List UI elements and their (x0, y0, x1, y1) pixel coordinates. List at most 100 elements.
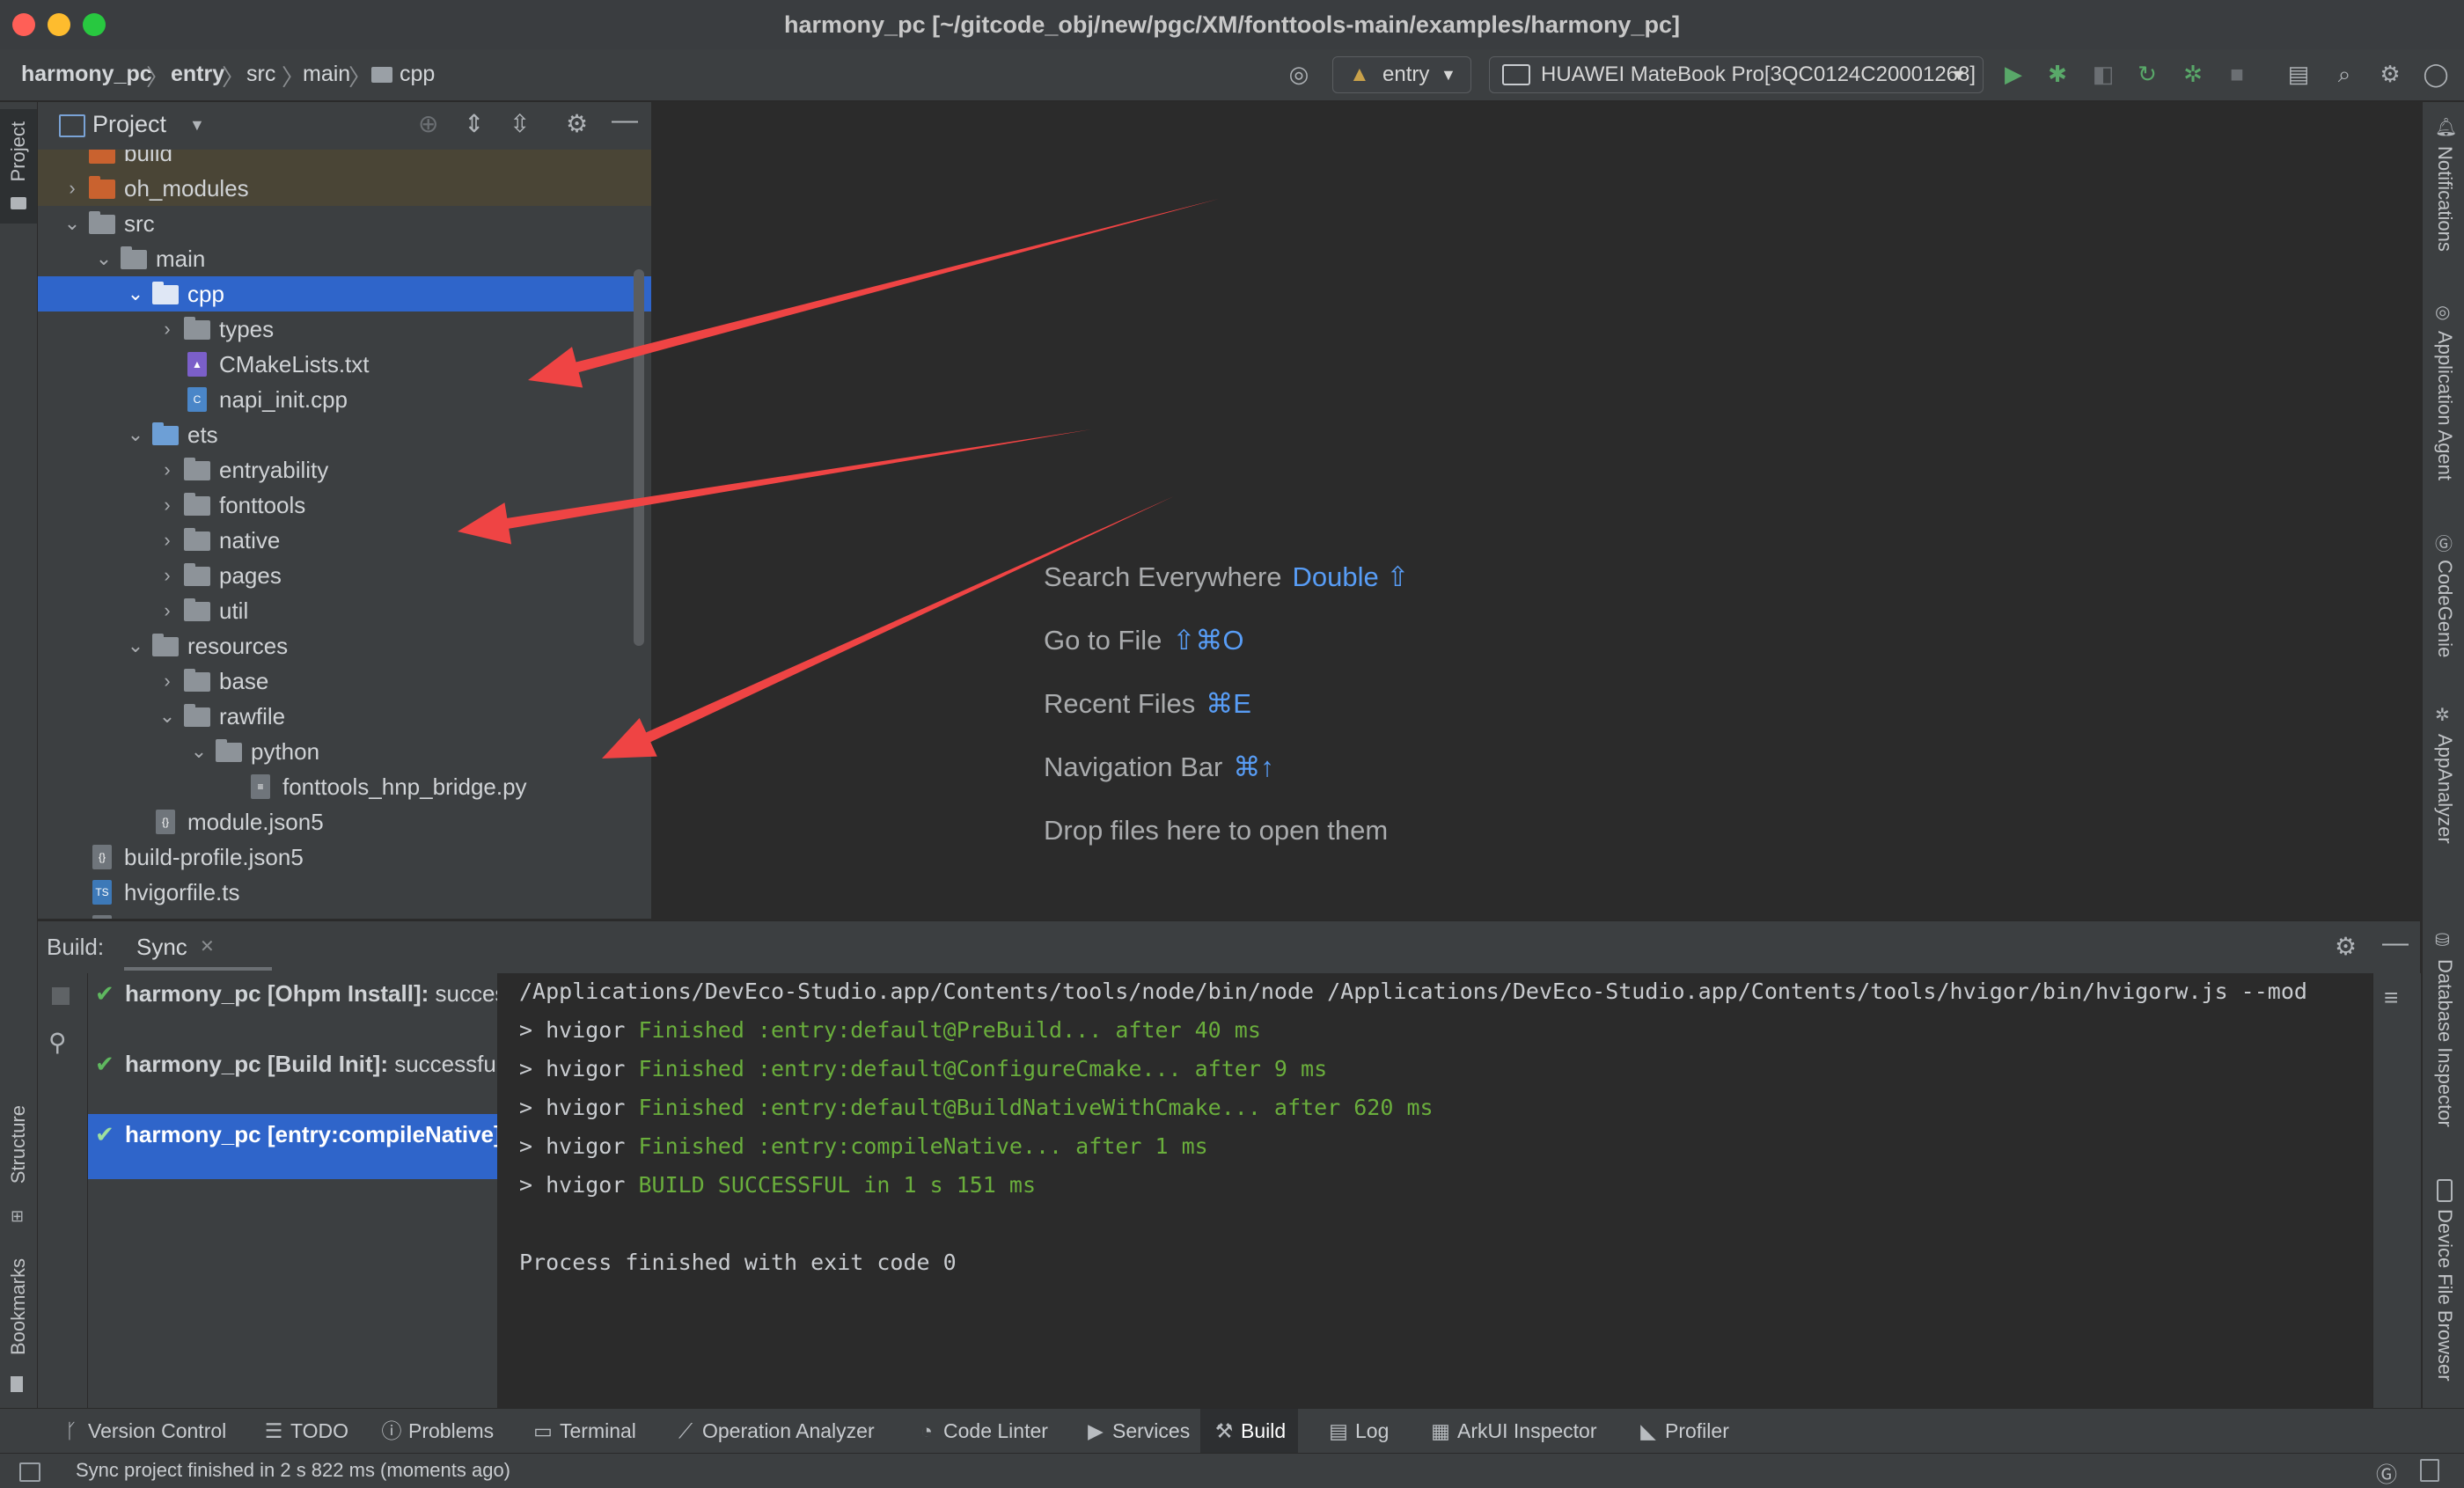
bottom-tab-profiler[interactable]: ◣ Profiler (1637, 1409, 1729, 1453)
bottom-tab-code-linter[interactable]: ◔ Code Linter (915, 1409, 1048, 1453)
tree-row[interactable]: ⌄ python (38, 734, 651, 769)
apply-changes-icon[interactable]: ↻ (2133, 60, 2161, 88)
soft-wrap-icon[interactable]: ≡ (2384, 984, 2398, 1012)
tree-row[interactable]: {} oh-package.json5 (38, 910, 651, 919)
editor-empty-area[interactable] (653, 102, 2420, 919)
chevron-right-icon[interactable]: › (158, 663, 177, 699)
database-inspector-tool-tab[interactable]: ⛁ Database Inspector (2426, 929, 2461, 1158)
notifications-tool-tab[interactable]: 🔔︎ Notifications (2426, 116, 2461, 283)
build-task-item[interactable]: ✔ harmony_pc [Ohpm Install]: successful (88, 973, 497, 1038)
collapse-all-icon[interactable]: ⇳ (510, 109, 530, 138)
breadcrumb-main[interactable]: main (303, 62, 350, 87)
tree-row[interactable]: TS hvigorfile.ts (38, 875, 651, 910)
toggle-tool-windows-icon[interactable] (19, 1462, 40, 1482)
bottom-tab-terminal[interactable]: ▭ Terminal (532, 1409, 636, 1453)
account-icon[interactable]: ◯ (2422, 60, 2450, 88)
bookmarks-tool-tab[interactable]: Bookmarks (0, 1258, 37, 1399)
bottom-tab-problems[interactable]: ⓘ Problems (380, 1409, 495, 1453)
tree-row[interactable]: build (38, 150, 651, 171)
tree-row[interactable]: ⌄ resources (38, 628, 651, 663)
tree-row[interactable]: ⌄ ets (38, 417, 651, 452)
tree-row[interactable]: ⌄ src (38, 206, 651, 241)
chevron-right-icon[interactable]: › (158, 487, 177, 523)
project-structure-icon[interactable]: ▤ (2284, 60, 2313, 88)
tab-sync[interactable]: Sync ✕ (124, 921, 274, 974)
bottom-tab-version-control[interactable]: ᚴ Version Control (60, 1409, 226, 1453)
appanalyzer-tool-tab[interactable]: ✲ AppAnalyzer (2426, 704, 2461, 862)
stop-icon[interactable]: ■ (2223, 60, 2251, 88)
project-tree-scrollbar[interactable] (634, 269, 644, 646)
chevron-down-icon[interactable]: ⌄ (126, 276, 145, 312)
settings-icon[interactable]: ⚙ (566, 109, 588, 138)
tree-row[interactable]: {} module.json5 (38, 804, 651, 839)
build-task-item[interactable]: ✔ harmony_pc [Build Init]: successful (88, 1044, 497, 1109)
chevron-down-icon[interactable]: ⌄ (126, 417, 145, 452)
chevron-right-icon[interactable]: › (158, 593, 177, 628)
locate-file-icon[interactable]: ⊕ (418, 109, 438, 138)
tree-row[interactable]: › base (38, 663, 651, 699)
breadcrumb-module[interactable]: entry (171, 62, 224, 87)
tree-row[interactable]: ⌄ main (38, 241, 651, 276)
module-select[interactable]: ▲ entry ▼ (1332, 56, 1471, 93)
application-agent-tool-tab[interactable]: ◎ Application Agent (2426, 301, 2461, 495)
codegenie-icon[interactable]: Ⓖ (2376, 1457, 2397, 1488)
close-icon[interactable]: ✕ (200, 935, 215, 957)
memory-indicator-icon[interactable] (2420, 1459, 2439, 1482)
bottom-tab-build[interactable]: ⚒ Build (1200, 1409, 1299, 1453)
tree-row[interactable]: › native (38, 523, 651, 558)
codegenie-tool-tab[interactable]: Ⓖ CodeGenie (2426, 530, 2461, 671)
tree-row[interactable]: ⌄ cpp (38, 276, 651, 312)
chevron-down-icon[interactable]: ⌄ (158, 699, 177, 734)
target-icon[interactable]: ◎ (1285, 60, 1313, 88)
tree-row[interactable]: ≡ fonttools_hnp_bridge.py (38, 769, 651, 804)
chevron-down-icon[interactable]: ▼ (189, 116, 205, 135)
chevron-right-icon[interactable]: › (158, 523, 177, 558)
stop-icon[interactable] (52, 987, 70, 1005)
hide-panel-icon[interactable]: — (612, 106, 638, 136)
tree-row[interactable]: ⌄ rawfile (38, 699, 651, 734)
build-console[interactable]: /Applications/DevEco-Studio.app/Contents… (498, 973, 2372, 1408)
bottom-tab-todo[interactable]: ☰ TODO (262, 1409, 348, 1453)
tree-row[interactable]: › util (38, 593, 651, 628)
pin-icon[interactable]: ⚲ (48, 1028, 67, 1057)
tree-row[interactable]: › types (38, 312, 651, 347)
bottom-tab-operation-analyzer[interactable]: ⟋ Operation Analyzer (674, 1409, 875, 1453)
chevron-right-icon[interactable]: › (158, 558, 177, 593)
breadcrumb-project[interactable]: harmony_pc (21, 62, 152, 87)
console-text: BUILD SUCCESSFUL in 1 s 151 ms (638, 1172, 1037, 1198)
tree-row[interactable]: › oh_modules (38, 171, 651, 206)
run-icon[interactable]: ▶ (1999, 60, 2028, 88)
settings-icon[interactable]: ⚙ (2335, 932, 2357, 961)
chevron-right-icon[interactable]: › (158, 452, 177, 487)
debug-icon[interactable]: ✱ (2043, 60, 2072, 88)
structure-tool-tab[interactable]: Structure ⊞ (0, 1105, 37, 1228)
chevron-down-icon[interactable]: ⌄ (62, 206, 82, 241)
breadcrumb-cpp[interactable]: cpp (400, 62, 435, 87)
device-file-browser-tool-tab[interactable]: Device File Browser (2426, 1179, 2461, 1408)
chevron-right-icon[interactable]: › (62, 171, 82, 206)
chevron-down-icon[interactable]: ⌄ (126, 628, 145, 663)
bottom-tab-services[interactable]: ▶ Services (1084, 1409, 1190, 1453)
chevron-down-icon[interactable]: ⌄ (94, 241, 114, 276)
tree-row[interactable]: › pages (38, 558, 651, 593)
tree-row[interactable]: {} build-profile.json5 (38, 839, 651, 875)
attach-debugger-icon[interactable]: ◧ (2089, 60, 2117, 88)
cpp-file-icon: C (187, 387, 207, 412)
project-tool-tab[interactable]: Project (0, 109, 37, 224)
tree-row[interactable]: › entryability (38, 452, 651, 487)
profile-icon[interactable]: ✲ (2179, 60, 2207, 88)
chevron-down-icon[interactable]: ⌄ (189, 734, 209, 769)
hide-panel-icon[interactable]: — (2382, 928, 2409, 958)
chevron-right-icon[interactable]: › (158, 312, 177, 347)
expand-all-icon[interactable]: ⇕ (464, 109, 484, 138)
build-task-item[interactable]: ✔ harmony_pc [entry:compileNative] (88, 1114, 497, 1179)
tree-row[interactable]: › fonttools (38, 487, 651, 523)
device-select[interactable]: HUAWEI MateBook Pro[3QC0124C20001268] ▼ (1489, 56, 1984, 93)
breadcrumb-src[interactable]: src (246, 62, 275, 87)
settings-icon[interactable]: ⚙ (2376, 60, 2404, 88)
tree-row[interactable]: Cnapi_init.cpp (38, 382, 651, 417)
bottom-tab-arkui-inspector[interactable]: ▦ ArkUI Inspector (1429, 1409, 1596, 1453)
tree-row[interactable]: ▲ CMakeLists.txt (38, 347, 651, 382)
bottom-tab-log[interactable]: ▤ Log (1327, 1409, 1389, 1453)
search-icon[interactable]: ⌕ (2330, 60, 2358, 88)
